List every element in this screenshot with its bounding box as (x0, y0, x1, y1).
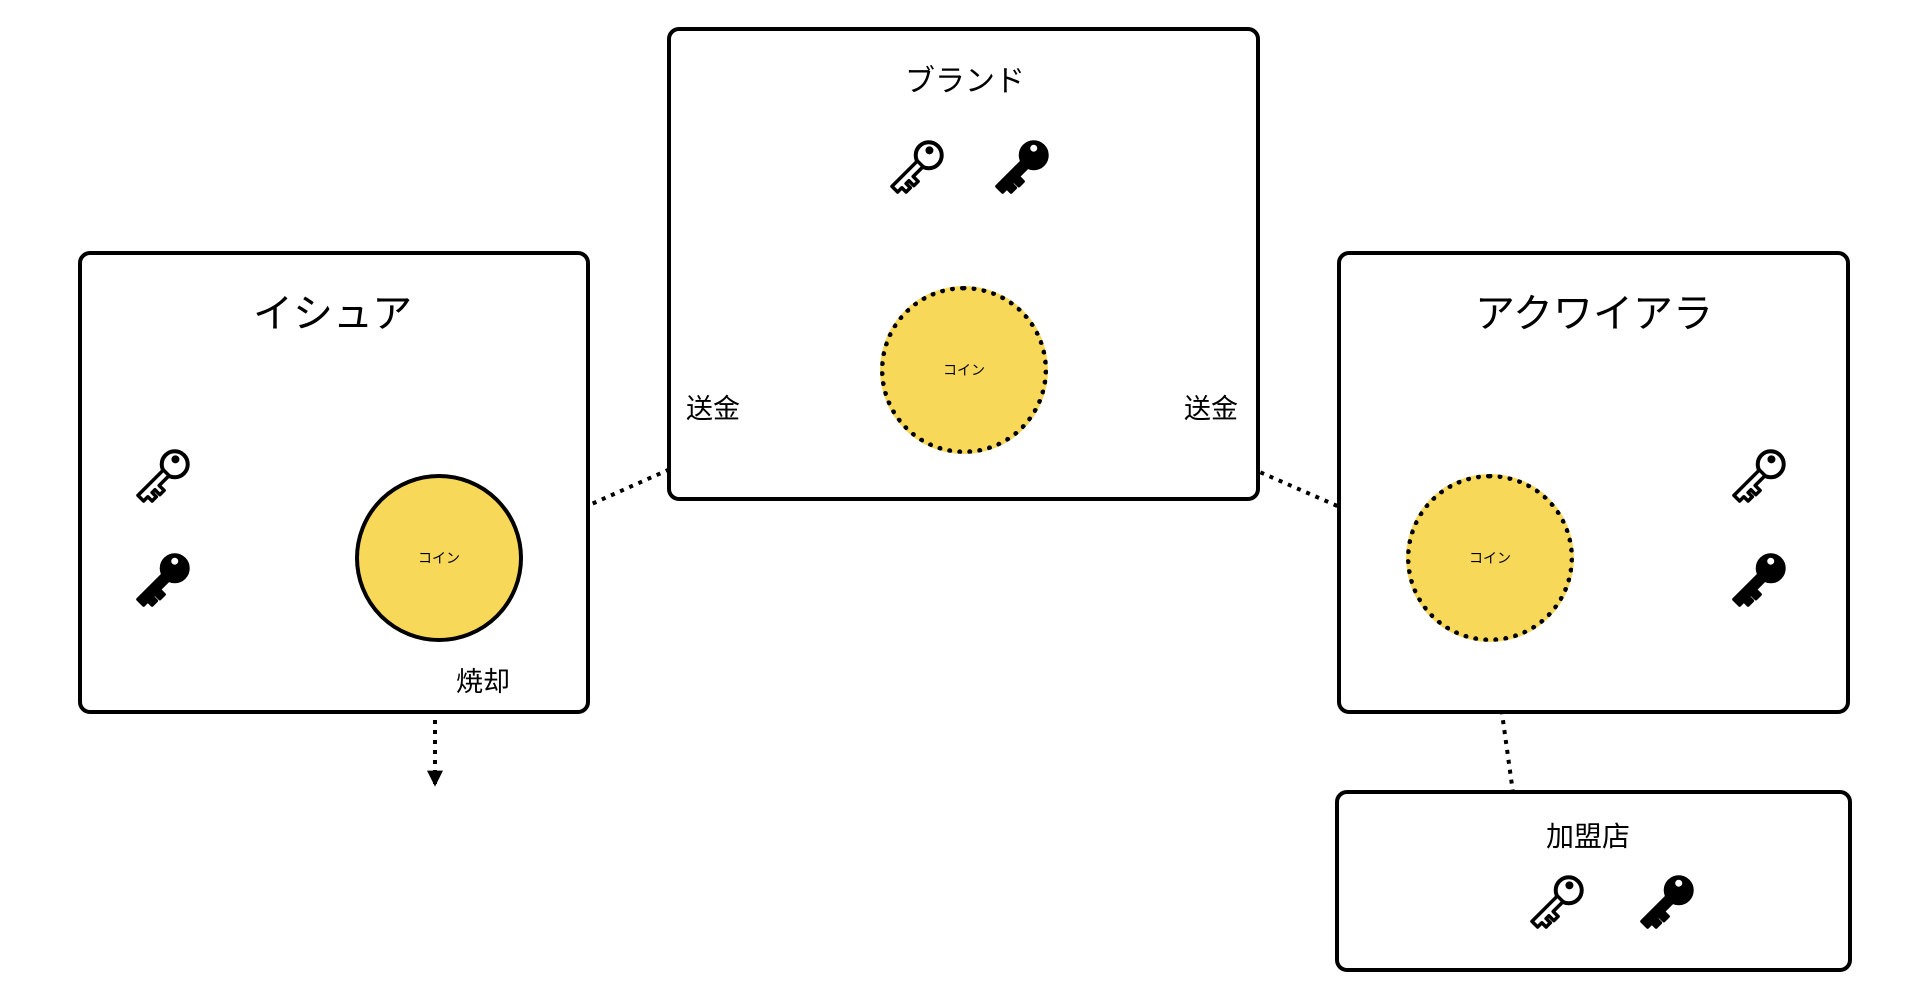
diagram-canvas: イシュア ブランド アクワイアラ 加盟店 送金 送金 焼却 コイン コイン コイ… (0, 0, 1920, 1005)
acquirer-title: アクワイアラ (1475, 291, 1713, 337)
private-key-icon (1722, 545, 1794, 617)
private-key-icon (985, 132, 1057, 204)
coin-label: コイン (943, 363, 985, 379)
issuer-title: イシュア (253, 291, 413, 337)
burn-label: 焼却 (456, 667, 510, 698)
public-key-icon (1722, 441, 1794, 513)
private-key-icon (126, 545, 198, 617)
acquirer-coin: コイン (1406, 474, 1574, 642)
send-label-acquirer-to-brand: 送金 (1184, 394, 1238, 425)
private-key-icon (1630, 867, 1702, 939)
issuer-coin: コイン (355, 474, 523, 642)
send-label-brand-to-issuer: 送金 (686, 394, 740, 425)
public-key-icon (880, 132, 952, 204)
coin-label: コイン (1469, 551, 1511, 567)
brand-title: ブランド (905, 64, 1025, 99)
merchant-title: 加盟店 (1546, 820, 1631, 853)
public-key-icon (126, 441, 198, 513)
brand-coin: コイン (880, 286, 1048, 454)
public-key-icon (1520, 867, 1592, 939)
coin-label: コイン (418, 551, 460, 567)
